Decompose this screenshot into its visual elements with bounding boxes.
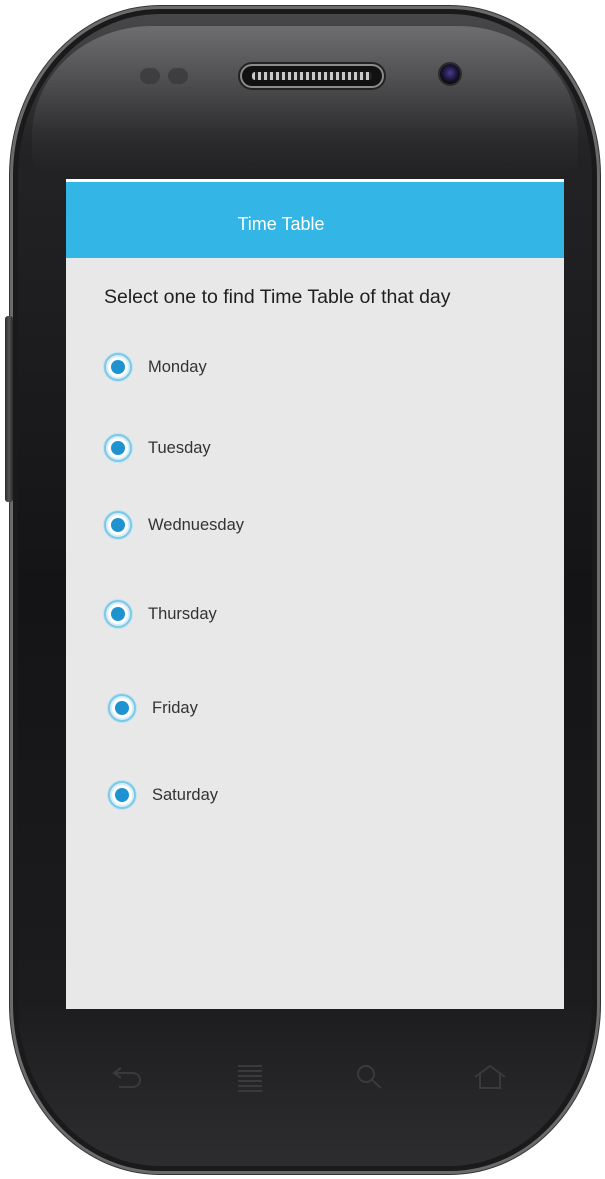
radio-label: Friday [152, 698, 198, 717]
light-sensor [168, 68, 188, 84]
device-navigation-bar [60, 1052, 540, 1102]
radio-dot [111, 518, 125, 532]
radio-option-tuesday[interactable]: Tuesday [104, 431, 211, 465]
menu-icon[interactable] [232, 1062, 268, 1092]
radio-dot [115, 701, 129, 715]
radio-option-saturday[interactable]: Saturday [108, 778, 218, 812]
radio-option-thursday[interactable]: Thursday [104, 597, 217, 631]
radio-option-monday[interactable]: Monday [104, 350, 207, 384]
radio-button[interactable] [104, 600, 132, 628]
radio-dot [115, 788, 129, 802]
app-screen: Time Table Select one to find Time Table… [66, 179, 564, 1009]
search-icon[interactable] [352, 1062, 388, 1092]
radio-option-wednesday[interactable]: Wednuesday [104, 508, 244, 542]
radio-button[interactable] [108, 694, 136, 722]
radio-button[interactable] [104, 434, 132, 462]
radio-label: Saturday [152, 785, 219, 804]
earpiece-speaker [242, 66, 382, 86]
speaker-grill [252, 72, 372, 80]
radio-label: Wednuesday [148, 515, 245, 534]
home-icon[interactable] [472, 1062, 508, 1092]
radio-dot [111, 607, 125, 621]
app-title: Time Table [237, 214, 325, 234]
radio-button[interactable] [104, 353, 132, 381]
radio-label: Thursday [148, 604, 217, 623]
proximity-sensor [140, 68, 160, 84]
radio-dot [111, 360, 125, 374]
radio-label: Tuesday [148, 438, 211, 457]
radio-option-friday[interactable]: Friday [108, 691, 198, 725]
radio-button[interactable] [104, 511, 132, 539]
radio-dot [111, 441, 125, 455]
phone-gloss [32, 26, 578, 176]
instruction-text: Select one to find Time Table of that da… [104, 286, 451, 308]
action-bar: Time Table [66, 179, 564, 258]
front-camera [440, 64, 460, 84]
radio-button[interactable] [108, 781, 136, 809]
radio-label: Monday [148, 357, 207, 376]
back-icon[interactable] [108, 1062, 144, 1092]
volume-button [5, 316, 13, 502]
